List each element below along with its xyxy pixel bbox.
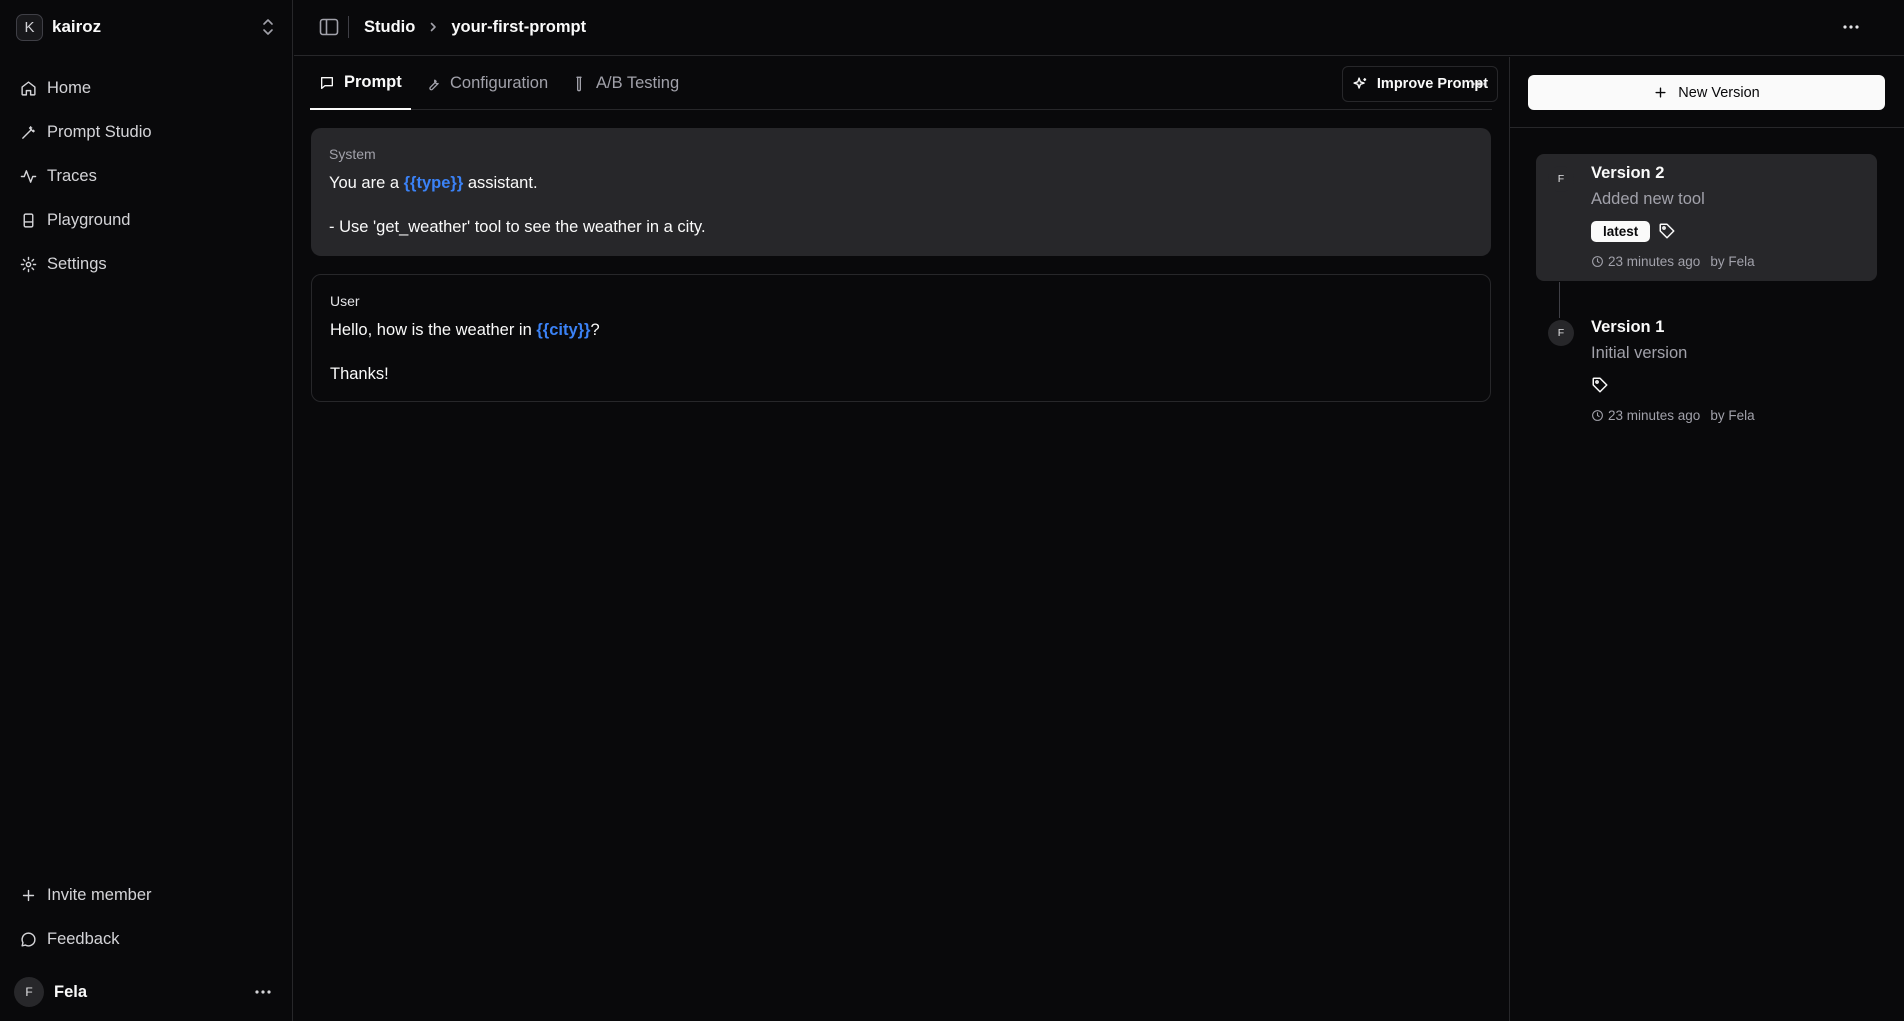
tab-label: Configuration: [450, 74, 549, 92]
plus-icon: [22, 889, 35, 901]
chevron-right-icon: [431, 22, 437, 32]
wrench-icon: [429, 79, 439, 90]
version-item[interactable]: F Version 1 Initial version 23 minutes a…: [1536, 308, 1877, 435]
message-line: You are a {{type}} assistant.: [329, 172, 1473, 194]
sidebar-item-label: Playground: [47, 210, 131, 229]
template-variable: {{type}}: [403, 174, 464, 192]
breadcrumb-studio[interactable]: Studio: [364, 18, 415, 37]
test-tube-icon: [576, 76, 582, 91]
breadcrumb-current: your-first-prompt: [451, 17, 587, 36]
avatar: F: [14, 977, 44, 1007]
prompt-more-button[interactable]: [1466, 71, 1492, 97]
sidebar-item-playground[interactable]: Playground: [12, 202, 280, 238]
message-line: - Use 'get_weather' tool to see the weat…: [329, 218, 706, 236]
invite-member-button[interactable]: Invite member: [12, 877, 280, 913]
tag-icon[interactable]: [1658, 222, 1676, 240]
panel-divider: [1510, 127, 1904, 128]
flask-icon: [23, 212, 34, 228]
version-description: Added new tool: [1591, 190, 1705, 208]
message-role: System: [329, 146, 376, 162]
invite-member-label: Invite member: [47, 885, 152, 904]
version-author: by Fela: [1710, 407, 1755, 423]
header-divider: [348, 16, 349, 38]
sidebar-item-label: Home: [47, 78, 92, 97]
version-author: by Fela: [1710, 253, 1755, 269]
new-version-button[interactable]: New Version: [1528, 75, 1885, 110]
workspace-name: kairoz: [52, 17, 102, 36]
tab-label: Prompt: [344, 73, 402, 91]
template-variable: {{city}}: [536, 321, 591, 339]
version-timeline-connector: [1559, 282, 1560, 318]
sidebar-footer: Invite member Feedback: [12, 877, 280, 965]
version-meta: 23 minutes ago by Fela: [1591, 406, 1755, 424]
sidebar-item-prompt-studio[interactable]: Prompt Studio: [12, 114, 280, 150]
breadcrumb: Studio your-first-prompt: [364, 16, 586, 38]
header-more-button[interactable]: [1838, 14, 1864, 40]
text-segment: You are a: [329, 174, 404, 192]
version-description: Initial version: [1591, 344, 1688, 362]
message-role: User: [330, 293, 360, 309]
version-title: Version 1: [1591, 318, 1665, 336]
text-segment: Hello, how is the weather in: [330, 321, 537, 339]
sidebar-item-label: Settings: [47, 254, 107, 273]
sidebar-item-home[interactable]: Home: [12, 70, 280, 106]
gear-icon: [20, 256, 37, 272]
workspace-switcher[interactable]: K kairoz: [16, 12, 276, 42]
tab-bar: Prompt Configuration A/B Testing Improve…: [310, 57, 1498, 110]
tab-label: A/B Testing: [596, 74, 680, 92]
tab-prompt[interactable]: Prompt: [310, 57, 411, 110]
version-title: Version 2: [1591, 164, 1665, 182]
system-message[interactable]: System You are a {{type}} assistant. - U…: [311, 128, 1491, 256]
avatar: F: [1548, 320, 1574, 346]
versions-panel: New Version F Version 2 Added new tool l…: [1509, 57, 1904, 1021]
message-line: Thanks!: [330, 365, 389, 383]
clock-icon: [1592, 255, 1603, 267]
sidebar-nav: Home Prompt Studio Traces Playground Set…: [12, 70, 280, 290]
activity-icon: [20, 169, 37, 183]
text-segment: assistant.: [463, 174, 538, 192]
message-line: Hello, how is the weather in {{city}}?: [330, 319, 1472, 341]
sidebar-item-settings[interactable]: Settings: [12, 246, 280, 282]
message-circle-icon: [21, 931, 36, 947]
user-more-button[interactable]: [252, 981, 274, 1003]
version-item[interactable]: F Version 2 Added new tool latest 23 min…: [1536, 154, 1877, 281]
version-tags: latest: [1591, 219, 1676, 243]
feedback-label: Feedback: [47, 929, 120, 948]
sidebar-toggle-icon[interactable]: [318, 16, 340, 38]
sidebar-item-traces[interactable]: Traces: [12, 158, 280, 194]
text-segment: ?: [590, 321, 600, 339]
avatar: F: [1548, 166, 1574, 192]
more-horizontal-icon: [1471, 82, 1487, 86]
version-meta: 23 minutes ago by Fela: [1591, 252, 1755, 270]
clock-icon: [1592, 409, 1603, 421]
sidebar-item-label: Prompt Studio: [47, 122, 152, 141]
version-time: 23 minutes ago: [1608, 253, 1701, 269]
home-icon: [21, 80, 36, 96]
version-tags: [1591, 373, 1609, 397]
sidebar-item-label: Traces: [47, 166, 97, 185]
more-horizontal-icon: [255, 990, 271, 994]
workspace-avatar: K: [16, 13, 43, 41]
tab-configuration[interactable]: Configuration: [416, 57, 557, 110]
version-time: 23 minutes ago: [1608, 407, 1701, 423]
tab-ab-testing[interactable]: A/B Testing: [562, 57, 688, 110]
sidebar: K kairoz Home Prompt Studio Traces Playg…: [0, 0, 293, 1021]
user-message[interactable]: User Hello, how is the weather in {{city…: [311, 274, 1491, 402]
chevrons-up-down-icon: [263, 19, 273, 35]
user-menu[interactable]: F Fela: [14, 977, 274, 1007]
status-badge[interactable]: latest: [1591, 220, 1651, 242]
app-window: K kairoz Home Prompt Studio Traces Playg…: [0, 0, 1904, 1021]
sparkles-icon: [1353, 76, 1367, 89]
more-horizontal-icon: [1843, 25, 1859, 29]
wand-icon: [22, 125, 35, 139]
main-content: Prompt Configuration A/B Testing Improve…: [294, 57, 1508, 1021]
plus-icon: [1655, 87, 1666, 98]
message-square-icon: [321, 76, 333, 89]
user-name: Fela: [54, 982, 88, 1001]
new-version-label: New Version: [1678, 84, 1760, 101]
feedback-button[interactable]: Feedback: [12, 921, 280, 957]
tag-icon[interactable]: [1591, 376, 1609, 394]
top-bar: Studio your-first-prompt: [294, 0, 1904, 56]
